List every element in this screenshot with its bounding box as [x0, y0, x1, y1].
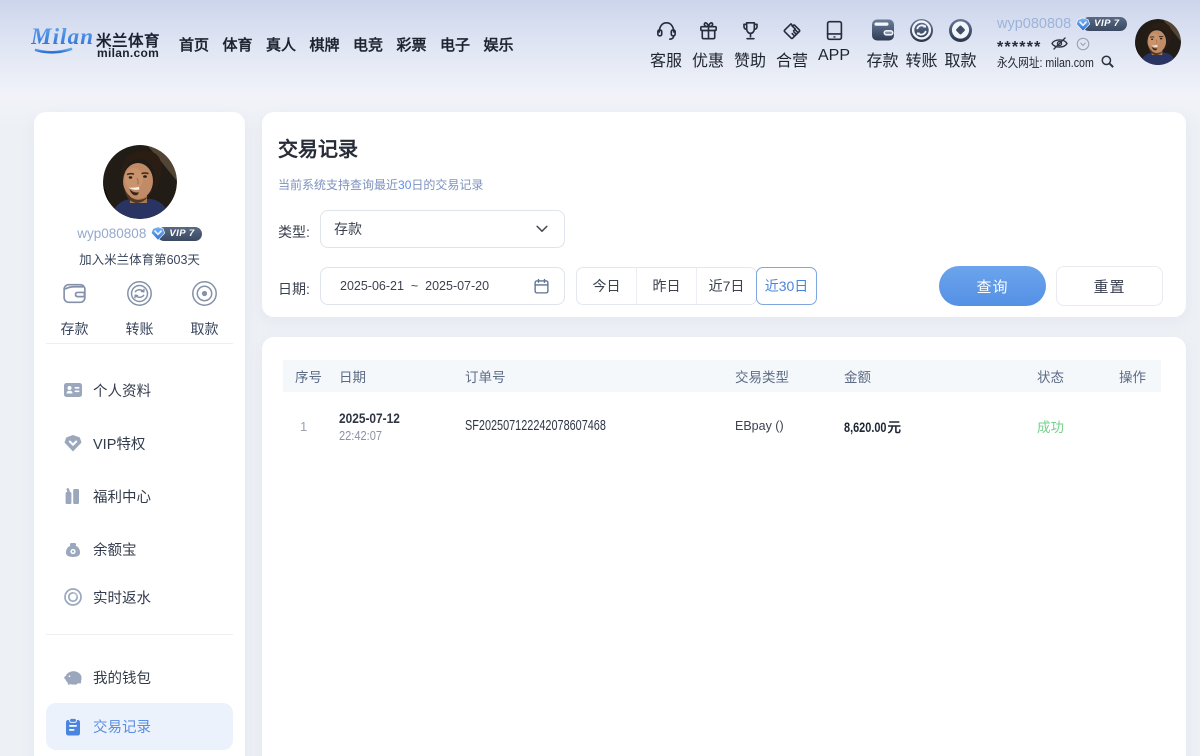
svg-text:Milan: Milan	[31, 24, 93, 49]
